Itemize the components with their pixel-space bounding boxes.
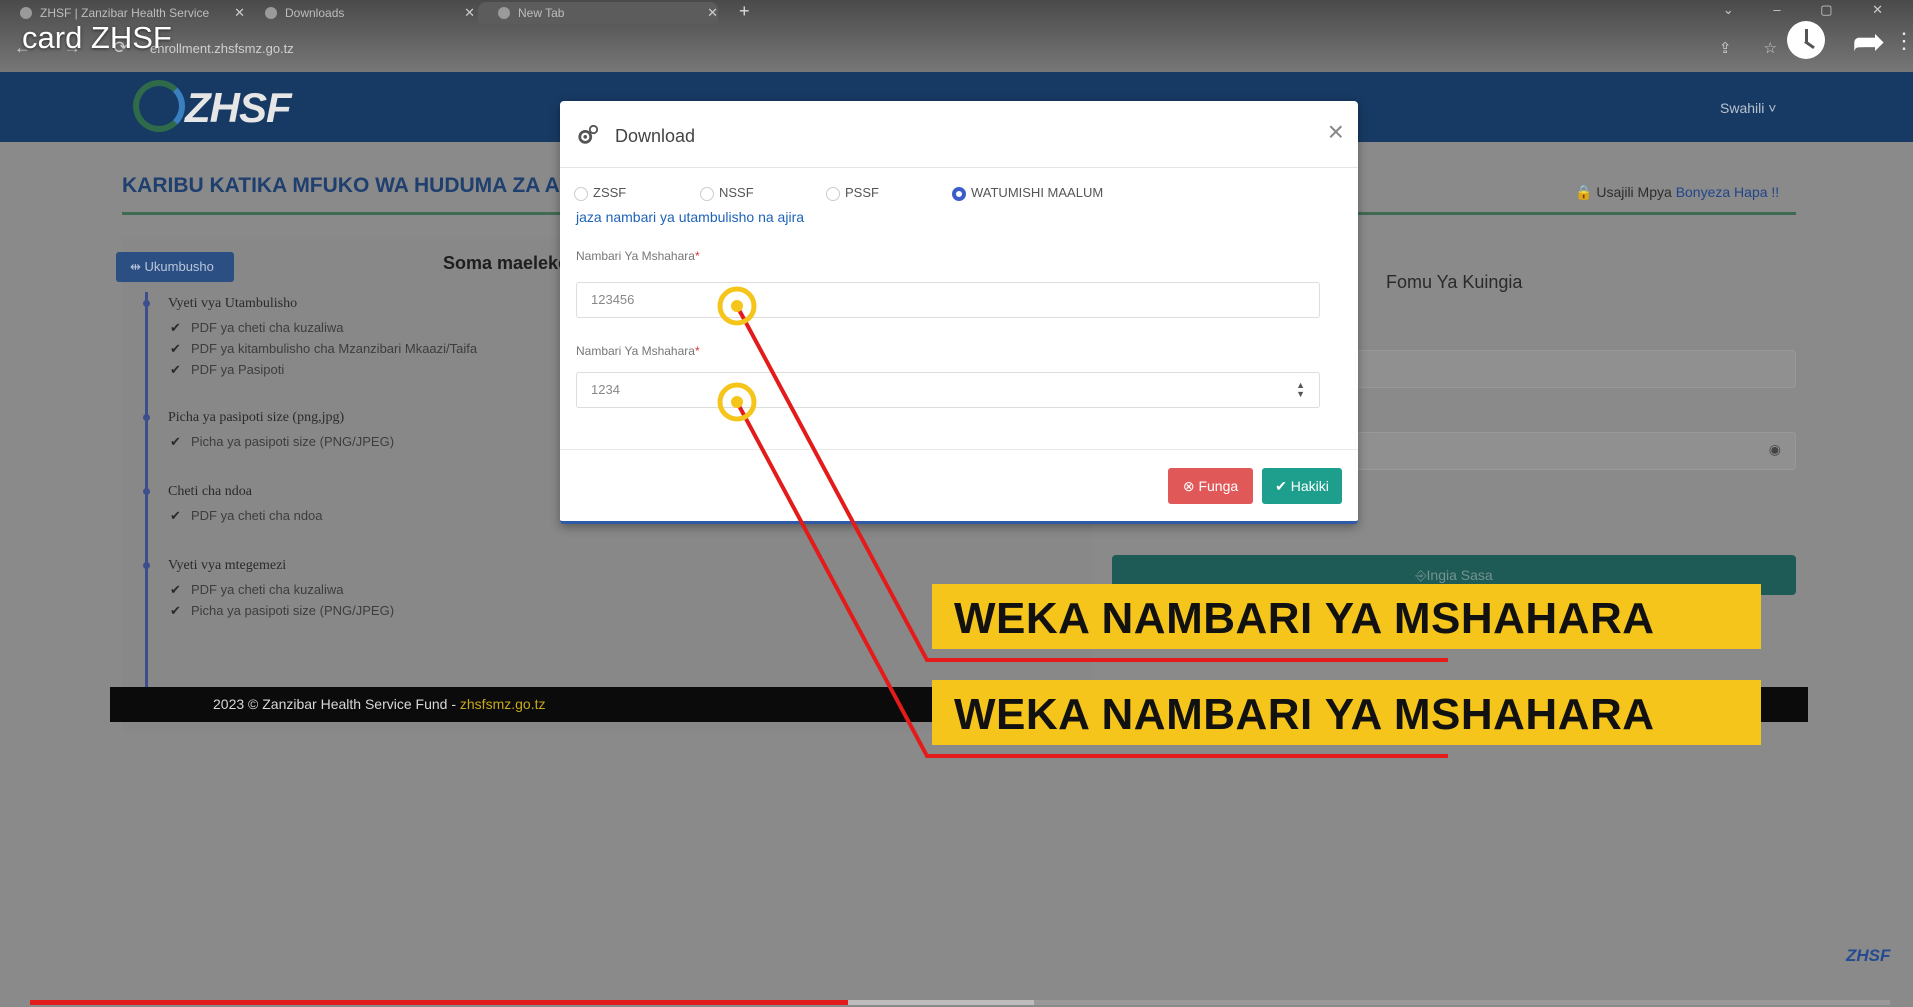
register-prefix: Usajili Mpya — [1596, 184, 1672, 200]
timeline-title: Vyeti vya Utambulisho — [168, 296, 298, 311]
channel-watermark[interactable]: ZHSF — [1846, 946, 1890, 966]
timeline-dot — [143, 562, 150, 569]
arrows-icon: ⇹ — [130, 259, 145, 274]
funga-label: Funga — [1198, 478, 1239, 494]
close-icon[interactable]: × — [1328, 118, 1344, 146]
radio-label: NSSF — [719, 185, 754, 200]
more-options-icon[interactable]: ⋮ — [1893, 28, 1913, 54]
callout-text: WEKA NAMBARI YA MSHAHARA — [954, 690, 1655, 739]
radio-zssf[interactable]: ZSSF — [574, 185, 627, 201]
timeline-title: Cheti cha ndoa — [168, 484, 252, 499]
tab-close-icon[interactable]: ✕ — [234, 5, 245, 21]
timeline-dot — [143, 300, 150, 307]
watch-later-icon[interactable] — [1787, 21, 1825, 59]
login-form-title: Fomu Ya Kuingia — [1386, 272, 1523, 292]
timeline-dot — [143, 414, 150, 421]
ukumbusho-label: Ukumbusho — [144, 259, 214, 274]
login-button-label: Ingia Sasa — [1426, 567, 1493, 583]
radio-nssf[interactable]: NSSF — [700, 185, 754, 201]
timeline-item: PDF ya cheti cha kuzaliwa — [170, 582, 343, 598]
modal-title: Download — [615, 126, 696, 146]
radio-label: PSSF — [845, 185, 879, 200]
tab-label: ZHSF | Zanzibar Health Service — [40, 6, 210, 20]
tab-bar: ZHSF | Zanzibar Health Service ✕ Downloa… — [0, 0, 1913, 26]
funga-button[interactable]: ⊗ Funga — [1168, 468, 1253, 504]
required-mark: * — [694, 344, 700, 358]
zhsf-logo[interactable]: ZHSF — [133, 78, 292, 138]
language-selector[interactable]: Swahili ˅ — [1720, 100, 1776, 116]
radio-label: WATUMISHI MAALUM — [971, 185, 1104, 200]
window-controls[interactable]: ⌄ – ▢ ✕ — [1723, 2, 1901, 18]
modal-header: Download × — [560, 101, 1358, 168]
logo-text: ZHSF — [185, 84, 292, 131]
timeline-title: Vyeti vya mtegemezi — [168, 558, 287, 573]
required-mark: * — [694, 249, 700, 263]
register-link[interactable]: Bonyeza Hapa !! — [1676, 184, 1780, 200]
address-bar-icons[interactable]: ⇪ ☆ — [1719, 39, 1791, 57]
radio-label: ZSSF — [593, 185, 627, 200]
radio-circle-icon — [826, 187, 840, 201]
tab-label: New Tab — [518, 6, 565, 20]
tab-favicon-icon — [20, 7, 32, 19]
close-circle-icon: ⊗ — [1182, 478, 1199, 494]
timeline-dot — [143, 488, 150, 495]
timeline-item: Picha ya pasipoti size (PNG/JPEG) — [170, 603, 394, 619]
number-spinner-icon[interactable]: ▲ ▼ — [1296, 381, 1305, 399]
radio-pssf[interactable]: PSSF — [826, 185, 879, 201]
show-password-icon[interactable]: ◉ — [1769, 441, 1781, 458]
fund-radio-group: ZSSF NSSF PSSF WATUMISHI MAALUM — [574, 185, 1334, 207]
timeline-item: PDF ya cheti cha ndoa — [170, 508, 323, 524]
tab-label: Downloads — [285, 6, 345, 20]
browser-chrome: ZHSF | Zanzibar Health Service ✕ Downloa… — [0, 0, 1913, 72]
download-modal: Download × ZSSF NSSF PSSF WATUMISHI MAAL… — [560, 101, 1358, 524]
ukumbusho-badge: ⇹ Ukumbusho — [116, 252, 234, 282]
timeline-title: Picha ya pasipoti size (png,jpg) — [168, 410, 345, 425]
tab-close-icon[interactable]: ✕ — [464, 5, 475, 21]
logo-mark-icon — [133, 80, 185, 132]
check-circle-icon: ✔ — [1275, 478, 1291, 494]
radio-circle-icon — [574, 187, 588, 201]
lock-icon: 🔒 — [1575, 184, 1593, 200]
radio-watumishi-maalum[interactable]: WATUMISHI MAALUM — [952, 185, 1104, 201]
login-icon: ⎆ — [1415, 567, 1427, 583]
radio-selected-icon — [952, 187, 966, 201]
tab-close-icon[interactable]: ✕ — [707, 5, 718, 21]
footer-copyright: 2023 © Zanzibar Health Service Fund - zh… — [213, 696, 545, 712]
callout-text: WEKA NAMBARI YA MSHAHARA — [954, 594, 1655, 643]
browser-tab[interactable]: Downloads ✕ — [245, 2, 475, 24]
tab-favicon-icon — [498, 7, 510, 19]
form-hint: jaza nambari ya utambulisho na ajira — [576, 209, 805, 225]
mshahara-input-2[interactable]: 1234 ▲ ▼ — [576, 372, 1320, 408]
browser-tab-active[interactable]: New Tab ✕ — [478, 2, 718, 24]
register-prompt: 🔒 Usajili Mpya Bonyeza Hapa !! — [1575, 184, 1779, 201]
timeline-item: PDF ya kitambulisho cha Mzanzibari Mkaaz… — [170, 341, 477, 357]
modal-footer-divider — [560, 449, 1358, 450]
footer-copyright-text: 2023 © Zanzibar Health Service Fund - — [213, 696, 460, 712]
hakiki-button[interactable]: ✔ Hakiki — [1262, 468, 1342, 504]
field-label-text: Nambari Ya Mshahara — [576, 249, 695, 263]
input-value: 123456 — [591, 292, 635, 307]
radio-circle-icon — [700, 187, 714, 201]
timeline-item: PDF ya cheti cha kuzaliwa — [170, 320, 343, 336]
callout-banner: WEKA NAMBARI YA MSHAHARA — [932, 680, 1761, 745]
input-value: 1234 — [591, 382, 620, 397]
field-label-mshahara-1: Nambari Ya Mshahara* — [576, 249, 700, 263]
tab-favicon-icon — [265, 7, 277, 19]
share-icon[interactable]: ➦ — [1852, 22, 1886, 62]
gears-icon — [578, 124, 599, 144]
field-label-mshahara-2: Nambari Ya Mshahara* — [576, 344, 700, 358]
video-title: card ZHSF — [22, 20, 172, 55]
progress-played — [30, 1000, 849, 1005]
video-progress-bar[interactable] — [30, 1000, 1890, 1005]
field-label-text: Nambari Ya Mshahara — [576, 344, 695, 358]
hakiki-label: Hakiki — [1290, 478, 1329, 494]
mshahara-input-1[interactable]: 123456 — [576, 282, 1320, 318]
callout-banner: WEKA NAMBARI YA MSHAHARA — [932, 584, 1761, 649]
new-tab-icon[interactable]: + — [739, 1, 750, 22]
footer-link[interactable]: zhsfsmz.go.tz — [460, 696, 546, 712]
timeline-item: Picha ya pasipoti size (PNG/JPEG) — [170, 434, 394, 450]
timeline-item: PDF ya Pasipoti — [170, 362, 284, 378]
